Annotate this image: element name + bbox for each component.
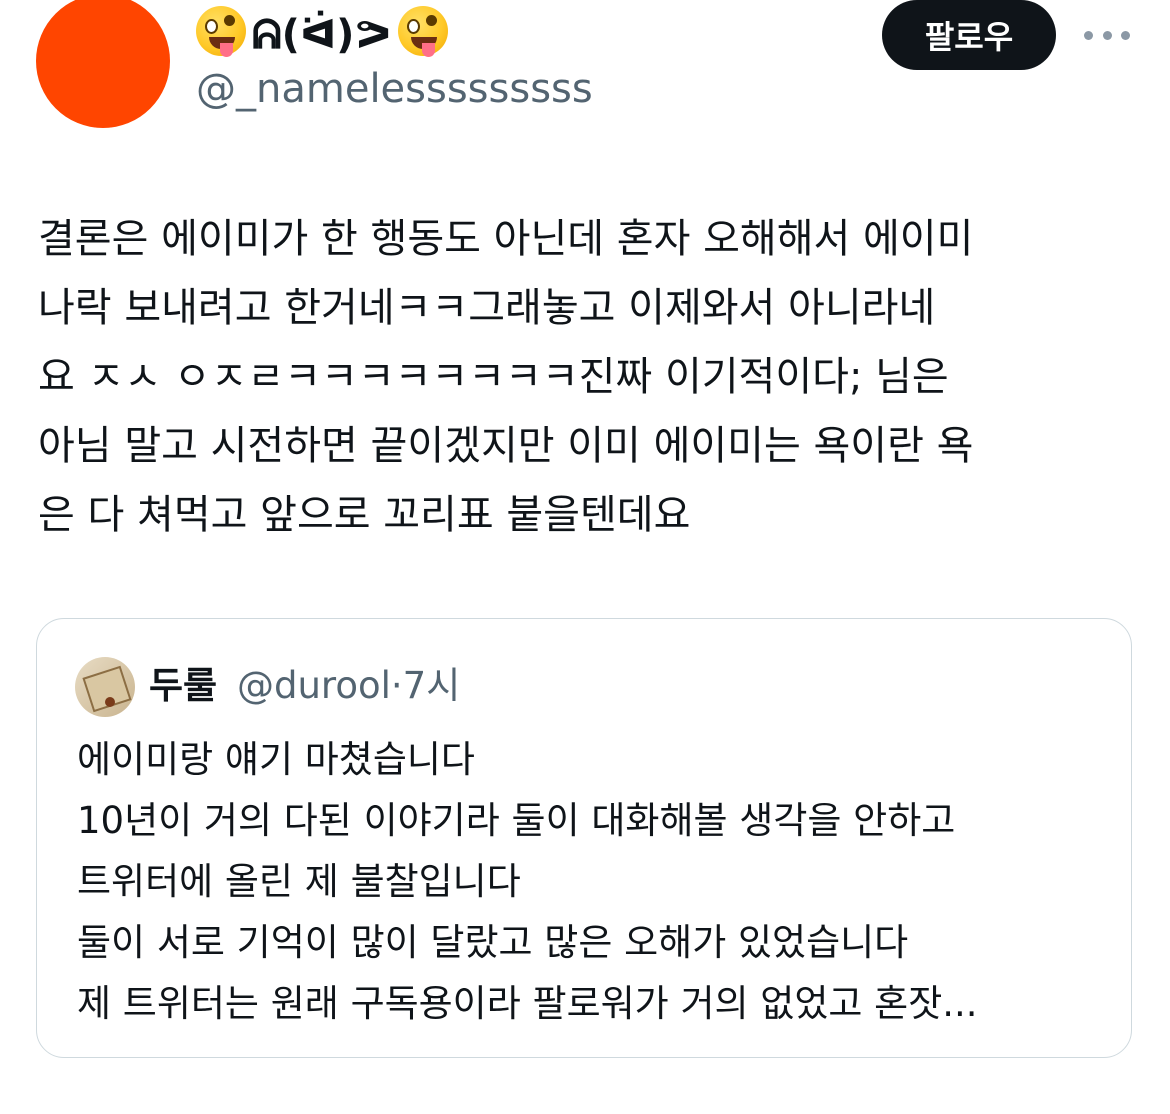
quote-separator: · [390, 664, 403, 707]
quote-meta: @durool·7시 [237, 663, 460, 709]
quote-author-avatar [75, 657, 135, 717]
quote-text-line: 10년이 거의 다된 이야기라 둘이 대화해볼 생각을 안하고 [77, 799, 956, 842]
quote-text-line: 둘이 서로 기억이 많이 달랐고 많은 오해가 있었습니다 [77, 921, 909, 964]
tweet-text-line: 나락 보내려고 한거네ㅋㅋ그래놓고 이제와서 아니라네 [38, 285, 936, 331]
quote-text-line: 에이미랑 얘기 마쳤습니다 [77, 738, 475, 781]
zany-face-icon [397, 6, 448, 57]
more-options-icon[interactable] [1084, 22, 1130, 48]
zany-face-icon [196, 6, 246, 57]
follow-button[interactable]: 팔로우 [882, 0, 1056, 70]
author-display-name[interactable]: ᕱ(ᐛ)ᕗ [196, 4, 448, 64]
tweet-text-line: 결론은 에이미가 한 행동도 아닌데 혼자 오해해서 에이미 [38, 216, 974, 262]
quote-time: 7시 [402, 664, 461, 707]
quote-text-line: 제 트위터는 원래 구독용이라 팔로워가 거의 없었고 혼잣... [77, 982, 978, 1025]
quoted-tweet-card[interactable]: 두룰 @durool·7시 에이미랑 얘기 마쳤습니다 10년이 거의 다된 이… [36, 618, 1132, 1058]
quote-author-name: 두룰 [149, 664, 218, 707]
tweet-text: 결론은 에이미가 한 행동도 아닌데 혼자 오해해서 에이미 나락 보내려고 한… [38, 205, 1138, 550]
tweet-text-line: 아님 말고 시전하면 끝이겠지만 이미 에이미는 욕이란 욕 [38, 423, 974, 469]
quote-text-line: 트위터에 올린 제 불찰입니다 [77, 860, 521, 903]
author-avatar[interactable] [36, 0, 170, 128]
quote-text: 에이미랑 얘기 마쳤습니다 10년이 거의 다된 이야기라 둘이 대화해볼 생각… [77, 729, 1117, 1034]
quote-author-handle: @durool [237, 664, 391, 707]
tweet-text-line: 은 다 쳐먹고 앞으로 꼬리표 붙을텐데요 [38, 492, 691, 538]
author-handle[interactable]: @_namelesssssssss [196, 66, 593, 112]
tweet-text-line: 요 ㅈㅅ ㅇㅈㄹㅋㅋㅋㅋㅋㅋㅋㅋ진짜 이기적이다; 님은 [38, 354, 949, 400]
display-name-text: ᕱ(ᐛ)ᕗ [252, 12, 392, 58]
